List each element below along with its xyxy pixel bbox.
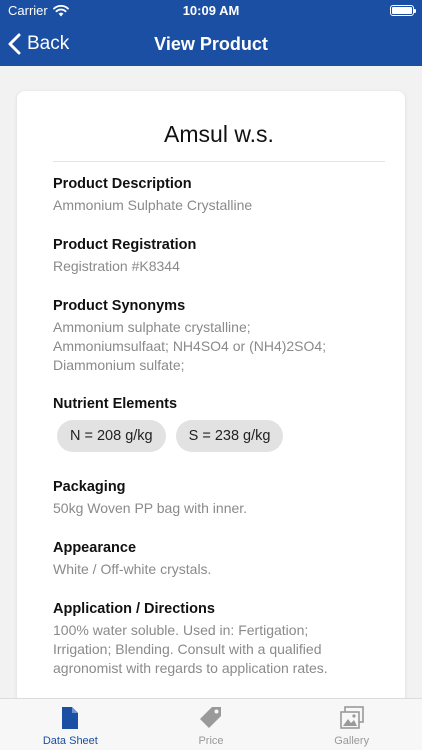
- tab-data-sheet[interactable]: Data Sheet: [0, 699, 141, 750]
- section-nutrients: Nutrient Elements N = 208 g/kg S = 238 g…: [53, 395, 385, 452]
- section-description: Product Description Ammonium Sulphate Cr…: [53, 175, 385, 215]
- tab-bar: Data Sheet Price Gallery: [0, 698, 422, 750]
- section-label: Product Registration: [53, 237, 197, 253]
- status-time: 10:09 AM: [182, 3, 240, 18]
- tab-price[interactable]: Price: [141, 699, 282, 750]
- price-tag-icon: [200, 707, 221, 728]
- section-value: White / Off-white crystals.: [53, 561, 212, 577]
- nutrient-chip: N = 208 g/kg: [57, 420, 166, 452]
- section-registration: Product Registration Registration #K8344: [53, 236, 385, 276]
- section-label: Product Synonyms: [53, 298, 186, 314]
- section-label: Packaging: [53, 479, 126, 495]
- nutrient-chip: S = 238 g/kg: [175, 420, 284, 452]
- application-line: Irrigation; Blending. Consult with a qua…: [53, 641, 322, 657]
- product-card: Amsul w.s. Product Description Ammonium …: [17, 91, 405, 711]
- status-bar: Carrier 10:09 AM: [0, 0, 422, 22]
- gallery-icon: [339, 706, 364, 729]
- synonym-line: Diammonium sulfate;: [53, 357, 185, 373]
- tab-label: Gallery: [334, 735, 370, 747]
- application-line: 100% water soluble. Used in: Fertigation…: [53, 622, 309, 638]
- section-value: Ammonium Sulphate Crystalline: [53, 197, 253, 213]
- tab-label: Price: [198, 735, 224, 747]
- section-appearance: Appearance White / Off-white crystals.: [53, 539, 385, 579]
- tab-label: Data Sheet: [42, 735, 98, 747]
- battery-icon: [390, 5, 416, 16]
- section-synonyms: Product Synonyms Ammonium sulphate cryst…: [53, 297, 385, 375]
- section-packaging: Packaging 50kg Woven PP bag with inner.: [53, 478, 385, 518]
- section-label: Application / Directions: [53, 601, 215, 617]
- document-icon: [62, 707, 79, 729]
- back-button-label: Back: [27, 33, 70, 54]
- section-value: 100% water soluble. Used in: Fertigation…: [53, 621, 385, 678]
- section-value: Ammonium sulphate crystalline; Ammoniums…: [53, 318, 385, 375]
- divider: [53, 161, 385, 162]
- tab-gallery[interactable]: Gallery: [281, 699, 422, 750]
- section-label: Nutrient Elements: [53, 396, 178, 412]
- synonym-line: Ammoniumsulfaat; NH4SO4 or (NH4)2SO4;: [53, 338, 327, 354]
- section-label: Appearance: [53, 540, 137, 556]
- section-application: Application / Directions 100% water solu…: [53, 600, 385, 678]
- navigation-bar: Back View Product: [0, 22, 422, 66]
- nutrient-list: N = 208 g/kg S = 238 g/kg: [57, 420, 385, 452]
- product-name: Amsul w.s.: [164, 121, 274, 147]
- synonym-line: Ammonium sulphate crystalline;: [53, 319, 251, 335]
- section-value: 50kg Woven PP bag with inner.: [53, 500, 248, 516]
- section-label: Product Description: [53, 176, 192, 192]
- battery-level: [392, 7, 412, 14]
- back-button[interactable]: Back: [8, 22, 69, 66]
- section-value: Registration #K8344: [53, 258, 180, 274]
- application-line: agronomist with regards to application r…: [53, 660, 328, 676]
- chevron-left-icon: [8, 33, 21, 55]
